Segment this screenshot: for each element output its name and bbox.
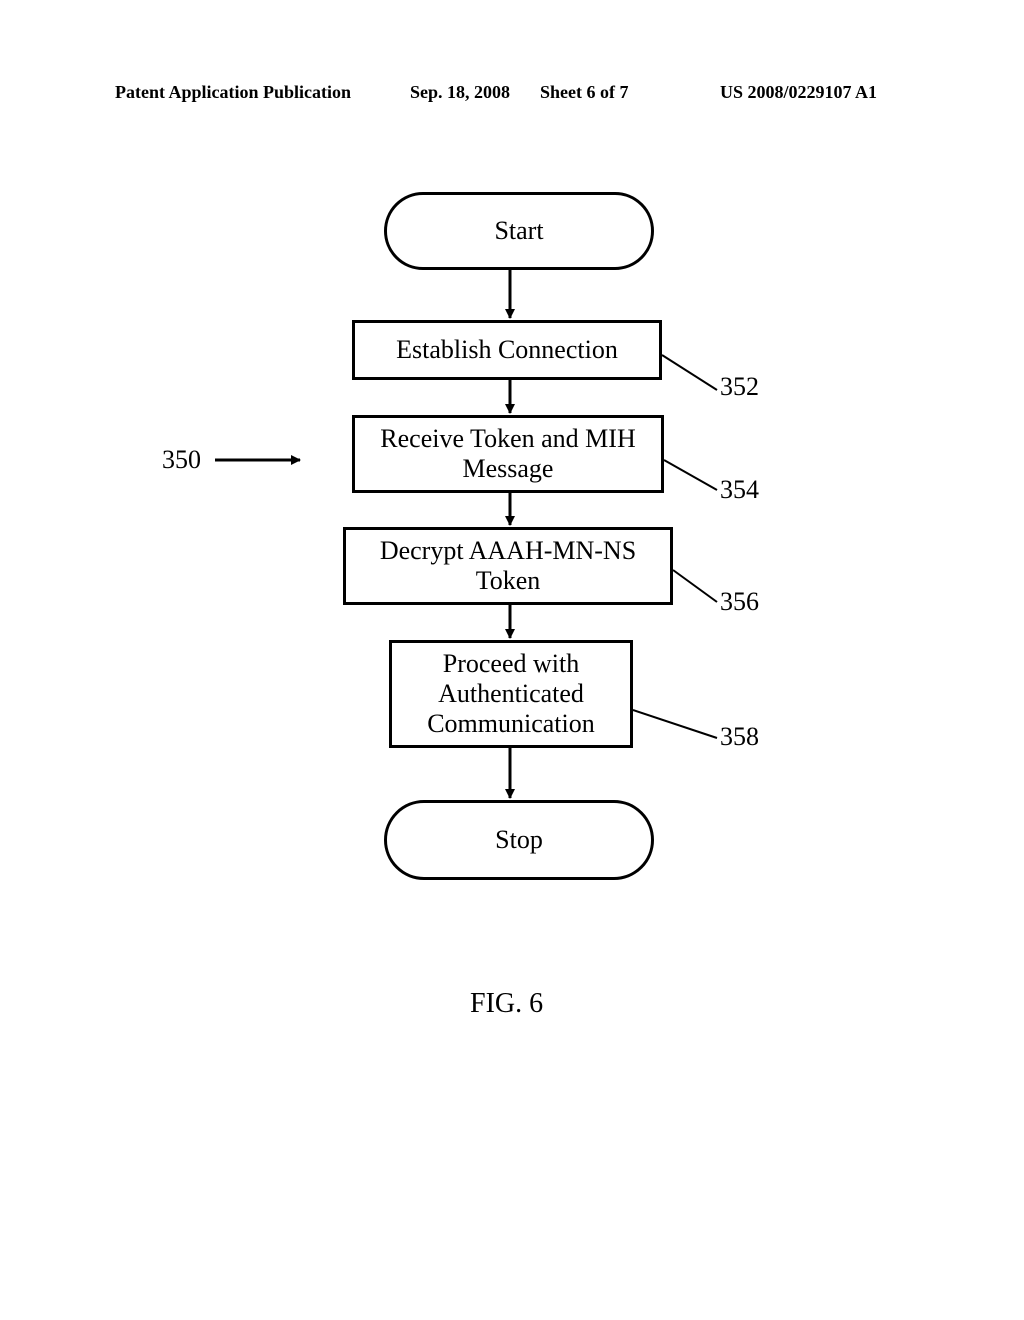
ref-352: 352	[720, 372, 759, 402]
leader-354	[664, 460, 717, 490]
node-receive-token: Receive Token and MIH Message	[352, 415, 664, 493]
ref-overall: 350	[162, 445, 201, 475]
node-decrypt-token-label: Decrypt AAAH-MN-NS Token	[354, 536, 662, 596]
node-decrypt-token: Decrypt AAAH-MN-NS Token	[343, 527, 673, 605]
node-proceed-auth-label: Proceed with Authenticated Communication	[400, 649, 622, 739]
leader-358	[633, 710, 717, 738]
ref-354: 354	[720, 475, 759, 505]
leader-356	[673, 570, 717, 602]
header-sheet: Sheet 6 of 7	[540, 82, 629, 103]
figure-label: FIG. 6	[470, 988, 543, 1020]
ref-356: 356	[720, 587, 759, 617]
header-publication: Patent Application Publication	[115, 82, 351, 103]
node-start: Start	[384, 192, 654, 270]
node-start-label: Start	[494, 216, 543, 246]
ref-358: 358	[720, 722, 759, 752]
node-proceed-auth: Proceed with Authenticated Communication	[389, 640, 633, 748]
node-receive-token-label: Receive Token and MIH Message	[363, 424, 653, 484]
node-establish-connection-label: Establish Connection	[396, 335, 618, 365]
node-establish-connection: Establish Connection	[352, 320, 662, 380]
node-stop: Stop	[384, 800, 654, 880]
header-date: Sep. 18, 2008	[410, 82, 510, 103]
leader-352	[662, 355, 717, 390]
page: Patent Application Publication Sep. 18, …	[0, 0, 1024, 1320]
header-pubnum: US 2008/0229107 A1	[720, 82, 877, 103]
node-stop-label: Stop	[495, 825, 543, 855]
